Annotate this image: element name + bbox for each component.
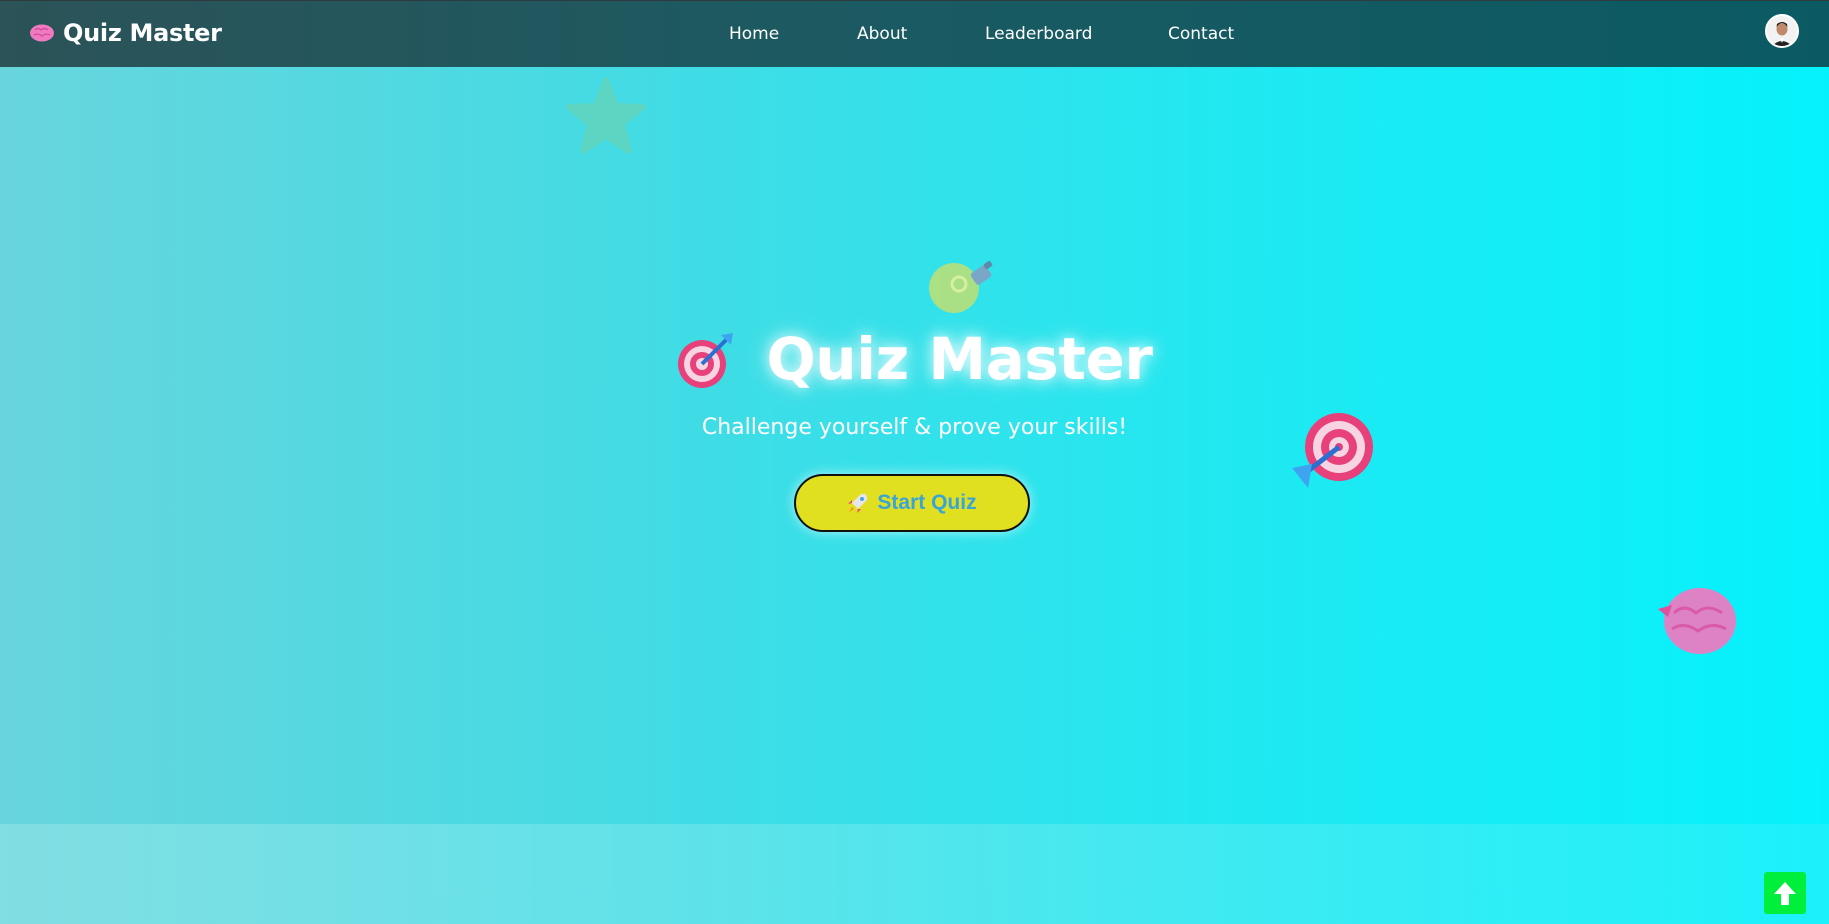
start-quiz-button[interactable]: Start Quiz [794, 474, 1030, 532]
rocket-icon [848, 493, 868, 513]
target-icon [677, 333, 733, 388]
nav-link-leaderboard[interactable]: Leaderboard [985, 24, 1092, 44]
navbar: Quiz Master Home About Leaderboard Conta… [0, 0, 1829, 67]
hero-title-text: Quiz Master [766, 325, 1153, 393]
brain-icon [1658, 588, 1736, 654]
hero-subtitle: Challenge yourself & prove your skills! [701, 415, 1128, 440]
user-avatar-icon [1767, 16, 1797, 46]
arrow-up-icon [1774, 882, 1796, 905]
nav-link-contact[interactable]: Contact [1168, 24, 1234, 44]
user-avatar[interactable] [1765, 14, 1799, 48]
hero-section: Quiz Master Challenge yourself & prove y… [0, 67, 1829, 824]
star-icon [566, 77, 646, 154]
nav-link-home[interactable]: Home [729, 24, 779, 44]
nav-links: Home About Leaderboard Contact [0, 24, 1829, 48]
nav-link-about[interactable]: About [857, 24, 907, 44]
footer-section [0, 824, 1829, 924]
lightbulb-icon [929, 261, 993, 313]
scroll-to-top-button[interactable] [1764, 872, 1806, 914]
hero-title: Quiz Master [0, 325, 1829, 393]
start-quiz-label: Start Quiz [877, 491, 977, 514]
